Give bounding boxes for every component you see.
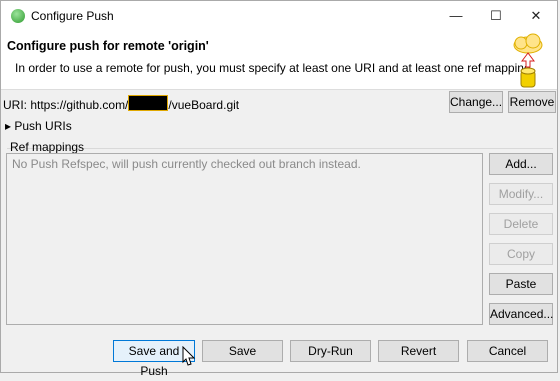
cancel-button[interactable]: Cancel bbox=[467, 340, 548, 362]
header-message: In order to use a remote for push, you m… bbox=[15, 61, 531, 75]
ref-mappings-label: Ref mappings bbox=[10, 140, 85, 154]
title-bar: Configure Push — ☐ ✕ bbox=[1, 1, 557, 31]
push-uris-label: Push URIs bbox=[14, 119, 72, 133]
expand-arrow-icon[interactable]: ▸ bbox=[5, 119, 11, 133]
remove-uri-button[interactable]: Remove bbox=[508, 91, 556, 113]
cloud-push-icon bbox=[513, 33, 543, 88]
delete-button[interactable]: Delete bbox=[489, 213, 553, 235]
ref-mappings-divider bbox=[7, 148, 553, 149]
window-title: Configure Push bbox=[31, 9, 114, 23]
paste-button[interactable]: Paste bbox=[489, 273, 553, 295]
modify-button[interactable]: Modify... bbox=[489, 183, 553, 205]
change-uri-button[interactable]: Change... bbox=[449, 91, 503, 113]
dry-run-button[interactable]: Dry-Run bbox=[290, 340, 371, 362]
save-button[interactable]: Save bbox=[202, 340, 283, 362]
uri-row: URI: https://github.com/ /vueBoard.git bbox=[3, 95, 239, 112]
add-button[interactable]: Add... bbox=[489, 153, 553, 175]
uri-prefix: https://github.com/ bbox=[30, 98, 129, 112]
minimize-button[interactable]: — bbox=[441, 5, 471, 27]
copy-button[interactable]: Copy bbox=[489, 243, 553, 265]
uri-label: URI: bbox=[3, 98, 27, 112]
mouse-pointer-icon bbox=[182, 346, 196, 366]
redacted-username bbox=[128, 95, 169, 111]
advanced-button[interactable]: Advanced... bbox=[489, 303, 553, 325]
uri-suffix: /vueBoard.git bbox=[168, 98, 240, 112]
close-button[interactable]: ✕ bbox=[521, 5, 551, 27]
wizard-header: Configure push for remote 'origin' In or… bbox=[1, 31, 557, 90]
push-uris-section[interactable]: ▸ Push URIs bbox=[5, 119, 72, 133]
configure-push-dialog: Configure Push — ☐ ✕ Configure push for … bbox=[0, 0, 558, 378]
list-item[interactable]: No Push Refspec, will push currently che… bbox=[12, 157, 361, 171]
revert-button[interactable]: Revert bbox=[378, 340, 459, 362]
page-title: Configure push for remote 'origin' bbox=[7, 39, 209, 53]
maximize-button[interactable]: ☐ bbox=[481, 5, 511, 27]
ref-mappings-list[interactable]: No Push Refspec, will push currently che… bbox=[6, 153, 483, 325]
eclipse-app-icon bbox=[11, 9, 25, 23]
